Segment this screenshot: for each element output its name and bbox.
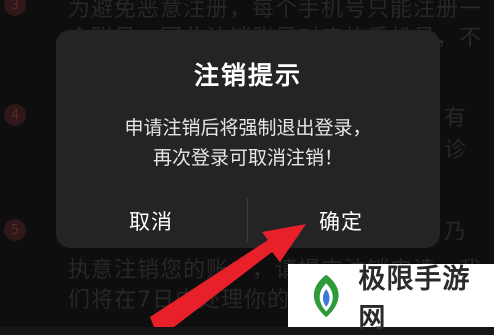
watermark-text: 极限手游网	[358, 263, 471, 334]
watermark-logo-icon	[313, 274, 339, 317]
watermark: 极限手游网	[288, 264, 494, 334]
